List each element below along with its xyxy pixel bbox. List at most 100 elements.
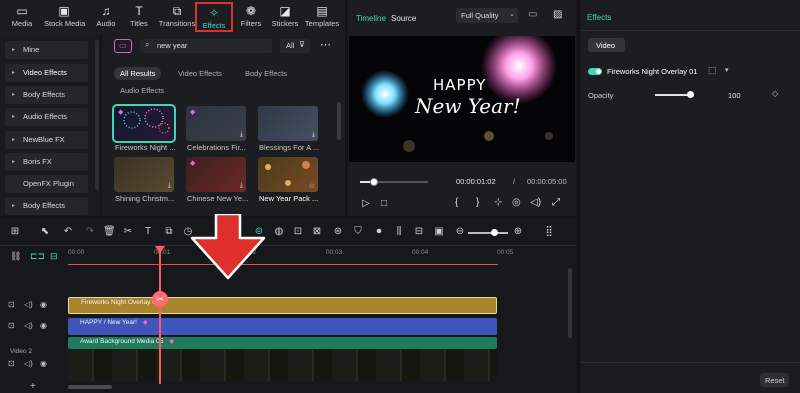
sidebar-item-newblue-fx[interactable]: ▸ NewBlue FX xyxy=(5,131,88,149)
toolbar-filters[interactable]: ❁ Filters xyxy=(233,2,269,32)
download-icon[interactable]: ☆ xyxy=(309,182,315,190)
result-thumbnail[interactable]: ⤓ xyxy=(114,157,174,192)
title-clip[interactable]: HAPPY / New Year! ◆ xyxy=(68,318,497,335)
track-mute-icon[interactable]: ◁) xyxy=(24,300,33,309)
track-visibility-icon[interactable]: ◉ xyxy=(40,359,47,368)
tab-video[interactable]: Video xyxy=(588,38,625,52)
snapshot-image-icon[interactable]: ▨ xyxy=(553,9,562,20)
text-tool-icon[interactable]: T xyxy=(142,226,154,237)
chip-audio-effects[interactable]: Audio Effects xyxy=(114,84,170,97)
download-icon[interactable]: ⤓ xyxy=(312,131,315,139)
sidebar-item-body-effects[interactable]: ▸ Body Effects xyxy=(5,86,88,104)
toolbar-transitions[interactable]: ⧉ Transitions xyxy=(158,2,196,32)
results-scrollbar[interactable] xyxy=(337,102,341,140)
filter-dropdown[interactable]: All ⊽ xyxy=(280,39,310,53)
stop-icon[interactable]: □ xyxy=(381,198,387,209)
resolution-icon[interactable]: ▭ xyxy=(528,9,537,20)
track-lock-icon[interactable]: ⊡ xyxy=(8,359,15,368)
zoom-slider[interactable] xyxy=(468,232,508,234)
more-options-icon[interactable]: ⋯ xyxy=(320,38,331,51)
chip-video-effects[interactable]: Video Effects xyxy=(172,67,228,80)
toolbar-media[interactable]: ▭ Media xyxy=(4,2,40,32)
download-icon[interactable]: ⤓ xyxy=(240,182,243,190)
toolbar-stock-media[interactable]: ▣ Stock Media xyxy=(44,2,85,32)
video-clip-filmstrip[interactable] xyxy=(68,349,497,381)
crop-icon[interactable]: ⧉ xyxy=(163,226,175,237)
delete-icon[interactable]: 🗑 xyxy=(103,226,116,237)
marker-icon[interactable]: ⊟ xyxy=(413,226,425,237)
stabilize-icon[interactable]: ⊠ xyxy=(311,226,323,237)
track-settings-icon[interactable]: ⊟ xyxy=(50,251,58,262)
mark-out-icon[interactable]: } xyxy=(476,197,479,208)
undo-icon[interactable]: ↶ xyxy=(62,226,74,237)
sidebar-item-body-effects-2[interactable]: ▸ Body Effects xyxy=(5,197,88,215)
mark-in-icon[interactable]: { xyxy=(455,197,458,208)
sidebar-item-video-effects[interactable]: ▸ Video Effects xyxy=(5,64,88,82)
keyframe-icon[interactable]: ⬚ xyxy=(708,65,717,76)
audio-mixer-icon[interactable]: ⫼ xyxy=(393,226,405,237)
toolbar-effects[interactable]: ✧ Effects xyxy=(195,2,233,32)
zoom-out-icon[interactable]: ⊖ xyxy=(454,226,466,237)
opacity-slider[interactable] xyxy=(655,94,691,96)
track-lock-icon[interactable]: ⊡ xyxy=(8,321,15,330)
sidebar-item-boris-fx[interactable]: ▸ Boris FX xyxy=(5,153,88,171)
toolbar-stickers[interactable]: ◪ Stickers xyxy=(266,2,304,32)
effect-clip[interactable]: Fireworks Night Overlay 0 xyxy=(68,297,497,314)
chip-all-results[interactable]: All Results xyxy=(114,67,162,80)
track-mute-icon[interactable]: ◁) xyxy=(24,321,33,330)
grid-view-icon[interactable]: ⣿ xyxy=(543,226,555,237)
video-clip-header[interactable]: Award Background Media 05 ◆ xyxy=(68,337,497,349)
split-scissors-icon[interactable]: ✂ xyxy=(152,291,168,307)
track-mute-icon[interactable]: ◁) xyxy=(24,359,33,368)
playhead-line[interactable] xyxy=(159,249,161,384)
toolbar-titles[interactable]: T Titles xyxy=(121,2,157,32)
link-icon[interactable]: ⛓ xyxy=(10,251,21,262)
search-input[interactable]: ⌕ new year xyxy=(140,39,272,53)
zoom-slider-handle[interactable] xyxy=(491,229,498,236)
fullscreen-icon[interactable]: ⤢ xyxy=(552,197,560,208)
render-icon[interactable]: ⊹ xyxy=(494,197,502,208)
opacity-value[interactable]: 100 xyxy=(728,91,741,100)
scrubber-handle[interactable] xyxy=(369,178,378,186)
toolbar-audio[interactable]: ♫ Audio xyxy=(88,2,124,32)
track-visibility-icon[interactable]: ◉ xyxy=(40,321,47,330)
shield-icon[interactable]: ⛉ xyxy=(352,226,364,237)
result-thumbnail[interactable]: ◆ xyxy=(112,104,176,143)
microphone-icon[interactable]: ⏺ xyxy=(373,226,385,237)
tab-source[interactable]: Source xyxy=(391,14,416,23)
zoom-in-icon[interactable]: ⊕ xyxy=(512,226,524,237)
pip-icon[interactable]: ▣ xyxy=(433,226,445,237)
effect-enable-toggle[interactable] xyxy=(588,68,602,75)
color-match-icon[interactable]: ◍ xyxy=(273,226,285,237)
result-thumbnail[interactable]: ☆ xyxy=(258,157,318,192)
reset-button[interactable]: Reset xyxy=(760,373,789,387)
redo-icon[interactable]: ↷ xyxy=(84,226,96,237)
playback-scrubber[interactable] xyxy=(360,178,428,186)
toolbar-templates[interactable]: ▤ Templates xyxy=(302,2,342,32)
sidebar-item-mine[interactable]: ▸ Mine xyxy=(5,41,88,59)
track-lock-icon[interactable]: ⊡ xyxy=(8,300,15,309)
opacity-slider-handle[interactable] xyxy=(687,91,694,98)
sidebar-scrollbar[interactable] xyxy=(95,40,99,190)
sidebar-item-audio-effects[interactable]: ▸ Audio Effects xyxy=(5,108,88,126)
chevron-down-icon[interactable]: ▾ xyxy=(725,66,729,74)
download-icon[interactable]: ⤓ xyxy=(168,182,171,190)
tab-timeline[interactable]: Timeline xyxy=(356,14,386,23)
timeline-horizontal-scrollbar[interactable] xyxy=(68,385,112,389)
result-thumbnail[interactable]: ◆ ⤓ xyxy=(186,106,246,141)
timeline-vertical-scrollbar[interactable] xyxy=(568,268,572,338)
premium-filter-button[interactable]: ▭ xyxy=(114,39,132,53)
chip-body-effects[interactable]: Body Effects xyxy=(239,67,293,80)
play-icon[interactable]: ▷ xyxy=(362,198,370,209)
download-icon[interactable]: ⤓ xyxy=(240,131,243,139)
snap-icon[interactable]: ⊏⊐ xyxy=(30,251,45,262)
track-visibility-icon[interactable]: ◉ xyxy=(40,300,47,309)
sidebar-item-openfx-plugin[interactable]: OpenFX Plugin xyxy=(5,175,88,193)
split-scissors-icon[interactable]: ✂ xyxy=(122,226,134,237)
result-thumbnail[interactable]: ⤓ xyxy=(258,106,318,141)
keyframe-diamond-icon[interactable]: ◇ xyxy=(772,89,778,98)
add-track-icon[interactable]: + xyxy=(30,381,36,392)
camera-snapshot-icon[interactable]: ◎ xyxy=(512,197,521,208)
ai-tool-icon[interactable]: ⊛ xyxy=(332,226,344,237)
layout-grid-icon[interactable]: ⊞ xyxy=(9,226,21,237)
